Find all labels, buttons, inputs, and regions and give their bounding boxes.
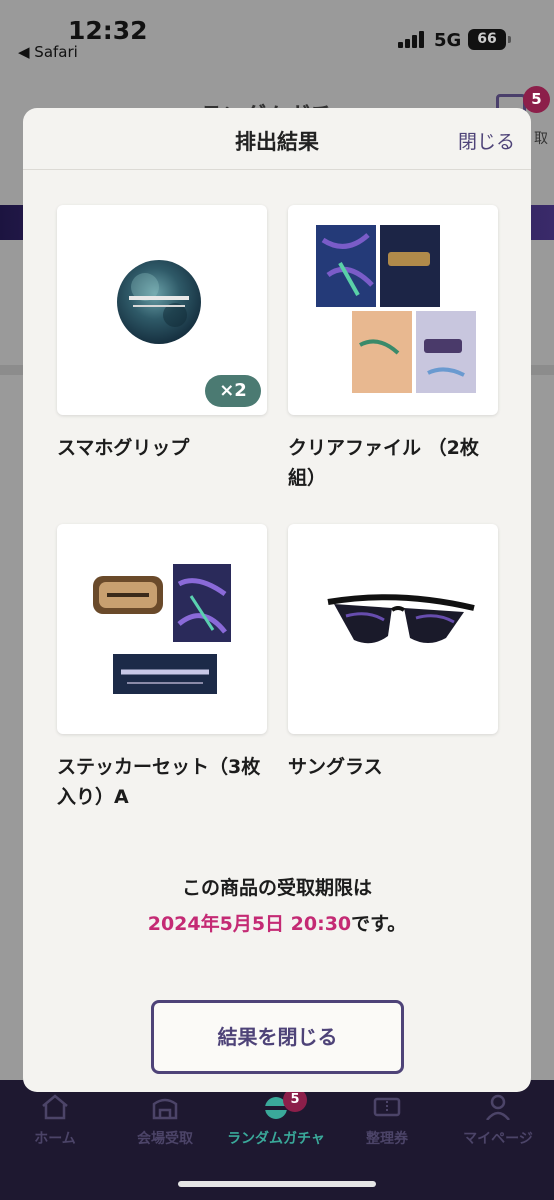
modal-header: 排出結果 閉じる	[23, 108, 531, 170]
sticker-set-image	[57, 524, 267, 734]
network-label: 5G	[434, 30, 462, 51]
home-icon	[42, 1094, 68, 1120]
modal-title: 排出結果	[235, 130, 319, 154]
nav-label-home: ホーム	[34, 1131, 76, 1147]
nav-label-venue: 会場受取	[137, 1131, 193, 1147]
status-time: 12:32	[68, 16, 148, 45]
nav-label-gacha: ランダムガチャ	[227, 1131, 325, 1147]
pickup-deadline: この商品の受取期限は 2024年5月5日 20:30です。	[23, 870, 531, 942]
result-modal: 排出結果 閉じる ×2 スマホグリップ クリアファイル （2枚組） ステッカーセ…	[23, 108, 531, 1092]
nav-item-gacha[interactable]: 5 ランダムガチャ	[221, 1080, 331, 1160]
nav-item-venue[interactable]: 会場受取	[110, 1080, 220, 1160]
nav-item-home[interactable]: ホーム	[0, 1080, 110, 1160]
sunglasses-image	[288, 524, 498, 734]
nav-item-mypage[interactable]: マイページ	[443, 1080, 553, 1160]
deadline-date: 2024年5月5日 20:30	[147, 913, 352, 935]
deadline-line: 2024年5月5日 20:30です。	[23, 906, 531, 942]
item-name: ステッカーセット（3枚入り）A	[57, 756, 261, 808]
battery-icon: 66	[468, 29, 511, 50]
nav-item-ticket[interactable]: 整理券	[332, 1080, 442, 1160]
item-name: サングラス	[288, 756, 383, 778]
clear-file-image	[288, 205, 498, 415]
status-bar: 12:32 ◀ Safari 5G 66	[0, 0, 554, 70]
deadline-suffix: です。	[351, 913, 407, 935]
item-name: スマホグリップ	[57, 437, 190, 459]
item-name: クリアファイル （2枚組）	[288, 437, 479, 489]
quantity-badge: ×2	[205, 375, 261, 407]
modal-close-link[interactable]: 閉じる	[458, 127, 515, 154]
cart-label: 取	[534, 131, 548, 147]
venue-icon	[152, 1098, 178, 1120]
user-icon	[486, 1094, 510, 1120]
close-results-button[interactable]: 結果を閉じる	[151, 1000, 404, 1074]
back-to-safari-link[interactable]: ◀ Safari	[18, 43, 78, 61]
ticket-icon	[373, 1097, 401, 1117]
signal-icon	[398, 30, 426, 48]
deadline-prefix: この商品の受取期限は	[181, 877, 372, 899]
nav-label-ticket: 整理券	[366, 1131, 408, 1147]
home-indicator	[178, 1181, 376, 1187]
nav-label-mypage: マイページ	[463, 1131, 533, 1147]
phone-grip-image: ×2	[57, 205, 267, 415]
